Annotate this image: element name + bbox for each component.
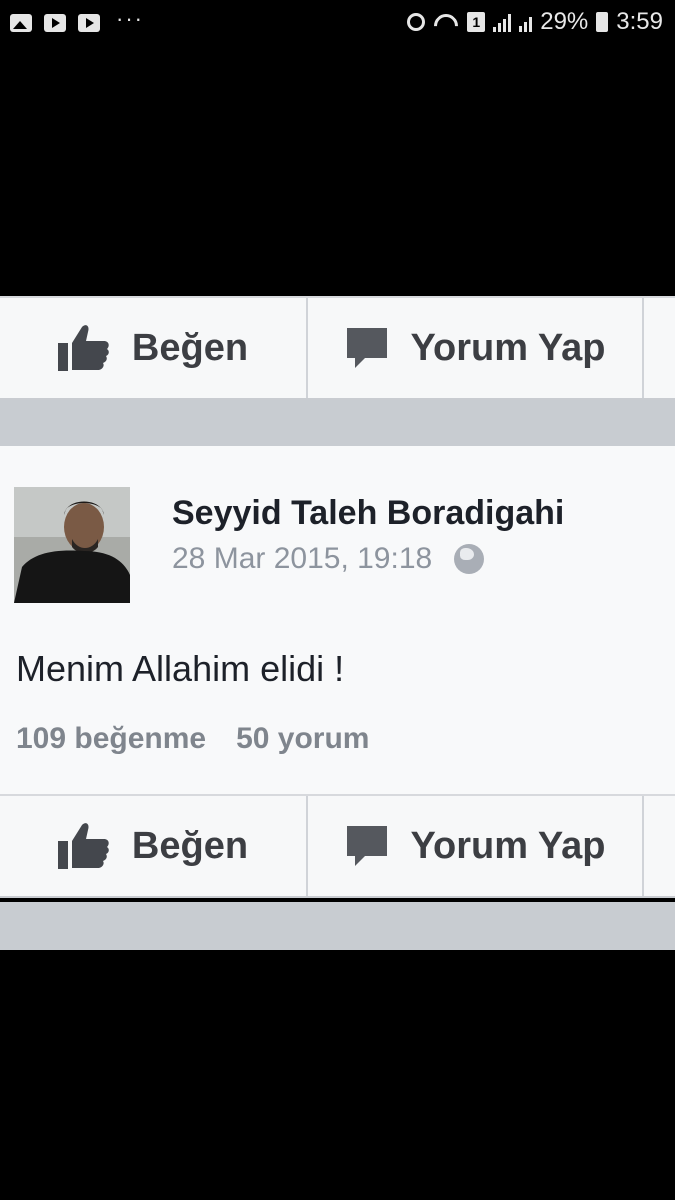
post-comment-label: Yorum Yap	[410, 824, 606, 867]
signal-icon	[493, 12, 512, 32]
notification-icons: ···	[10, 6, 144, 36]
battery-percent: 29%	[540, 8, 589, 35]
feed-divider-bottom	[0, 902, 675, 950]
like-label: Beğen	[131, 326, 249, 369]
like-button[interactable]: Beğen	[0, 298, 308, 398]
avatar[interactable]	[14, 487, 130, 603]
globe-icon	[454, 544, 485, 574]
post-author[interactable]: Seyyid Taleh Boradigahi	[172, 494, 564, 533]
comments-count[interactable]: 50 yorum	[236, 722, 369, 756]
comment-label: Yorum Yap	[410, 326, 606, 369]
comment-icon	[346, 826, 387, 866]
post-like-button[interactable]: Beğen	[0, 796, 308, 896]
post-like-label: Beğen	[131, 824, 249, 867]
feed-divider	[0, 400, 675, 446]
signal-icon-2	[519, 12, 533, 32]
top-action-bar: Beğen Yorum Yap	[0, 296, 675, 400]
sim-badge: 1	[467, 12, 486, 32]
more-notifications-icon: ···	[116, 6, 144, 31]
youtube-icon-2	[78, 14, 100, 32]
wifi-icon	[433, 12, 459, 32]
alarm-icon	[407, 13, 426, 31]
comment-icon	[346, 328, 387, 368]
clock: 3:59	[616, 8, 663, 35]
system-icons: 1 29% 3:59	[407, 8, 663, 36]
post-card: Seyyid Taleh Boradigahi 28 Mar 2015, 19:…	[0, 446, 675, 794]
post-text: Menim Allahim elidi !	[16, 648, 345, 689]
comment-button[interactable]: Yorum Yap	[308, 298, 644, 398]
avatar-image	[14, 487, 130, 603]
post-stats: 109 beğenme 50 yorum	[16, 722, 369, 756]
gallery-icon	[10, 14, 32, 32]
youtube-icon	[44, 14, 66, 32]
battery-icon	[596, 12, 609, 32]
post-comment-button[interactable]: Yorum Yap	[308, 796, 644, 896]
likes-count[interactable]: 109 beğenme	[16, 722, 206, 756]
status-bar: ··· 1 29% 3:59	[0, 0, 675, 48]
thumbs-up-icon	[57, 823, 109, 869]
post-action-bar: Beğen Yorum Yap	[0, 794, 675, 898]
thumbs-up-icon	[57, 325, 109, 371]
post-timestamp[interactable]: 28 Mar 2015, 19:18	[172, 542, 432, 576]
post-meta: 28 Mar 2015, 19:18	[172, 542, 485, 576]
